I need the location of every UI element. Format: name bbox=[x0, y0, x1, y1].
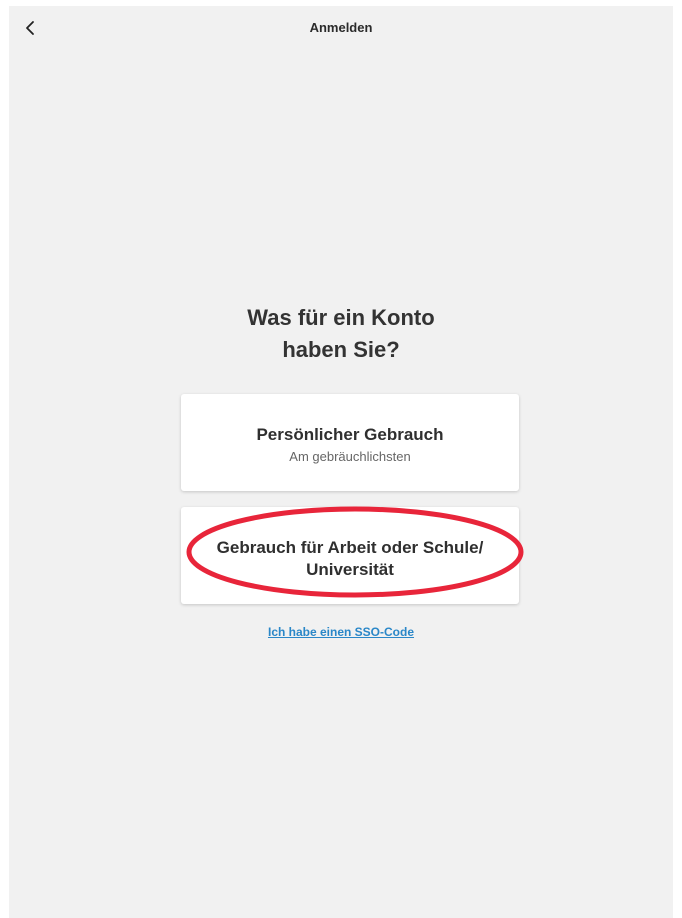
page-title: Anmelden bbox=[309, 20, 373, 35]
account-type-screen: Anmelden Was für ein Konto haben Sie? Pe… bbox=[9, 6, 673, 918]
work-school-title-line-2: Universität bbox=[306, 560, 394, 579]
work-school-title-line-1: Gebrauch für Arbeit oder Schule/ bbox=[216, 538, 484, 557]
account-type-question: Was für ein Konto haben Sie? bbox=[9, 302, 673, 366]
sso-code-link[interactable]: Ich habe einen SSO-Code bbox=[9, 625, 673, 639]
personal-use-title: Persönlicher Gebrauch bbox=[256, 425, 444, 444]
personal-use-option[interactable]: Persönlicher Gebrauch Am gebräuchlichste… bbox=[181, 394, 519, 491]
work-school-option[interactable]: Gebrauch für Arbeit oder Schule/ Univers… bbox=[181, 507, 519, 604]
question-line-2: haben Sie? bbox=[282, 337, 400, 362]
personal-use-subtitle: Am gebräuchlichsten bbox=[289, 449, 411, 464]
question-line-1: Was für ein Konto bbox=[247, 305, 435, 330]
work-school-title: Gebrauch für Arbeit oder Schule/ Univers… bbox=[181, 537, 519, 581]
